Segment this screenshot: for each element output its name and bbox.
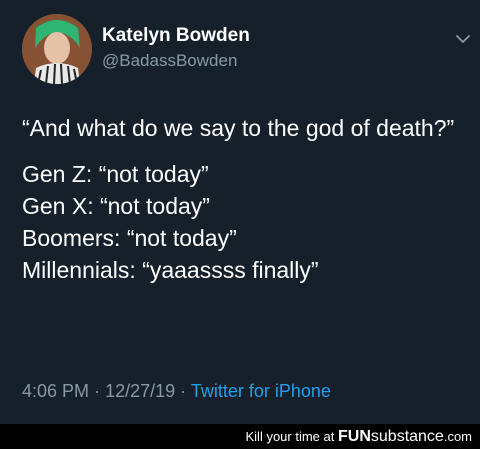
tweet-line: Gen X: “not today” <box>22 193 210 219</box>
tweet-text: “And what do we say to the god of death?… <box>22 112 462 286</box>
tweet-time[interactable]: 4:06 PM <box>22 381 89 401</box>
tweet-line: Gen Z: “not today” <box>22 161 209 187</box>
author-handle[interactable]: @BadassBowden <box>102 50 250 72</box>
watermark-brand-substance: substance <box>370 428 444 445</box>
watermark-brand-domain: .com <box>443 429 472 444</box>
tweet-line: Boomers: “not today” <box>22 225 237 251</box>
author-names: Katelyn Bowden @BadassBowden <box>102 24 250 72</box>
watermark-brand-fun: FUN <box>338 428 371 445</box>
tweet-line: “And what do we say to the god of death?… <box>22 115 455 141</box>
watermark-tagline: Kill your time at <box>245 429 335 444</box>
avatar[interactable] <box>22 14 92 84</box>
tweet-date[interactable]: 12/27/19 <box>105 381 175 401</box>
watermark: Kill your time at FUNsubstance.com <box>246 424 473 449</box>
meta-separator: · <box>94 381 101 401</box>
tweet-meta: 4:06 PM · 12/27/19 · Twitter for iPhone <box>22 378 331 404</box>
tweet-line: Millennials: “yaaassss finally” <box>22 257 319 283</box>
avatar-image <box>22 14 92 84</box>
tweet-source-link[interactable]: Twitter for iPhone <box>191 381 331 401</box>
chevron-down-icon[interactable] <box>454 30 472 48</box>
author-display-name[interactable]: Katelyn Bowden <box>102 24 250 48</box>
watermark-bar: Kill your time at FUNsubstance.com <box>0 424 480 449</box>
meta-separator: · <box>180 381 187 401</box>
tweet-card: Katelyn Bowden @BadassBowden “And what d… <box>0 0 480 424</box>
tweet-header: Katelyn Bowden @BadassBowden <box>22 14 472 86</box>
